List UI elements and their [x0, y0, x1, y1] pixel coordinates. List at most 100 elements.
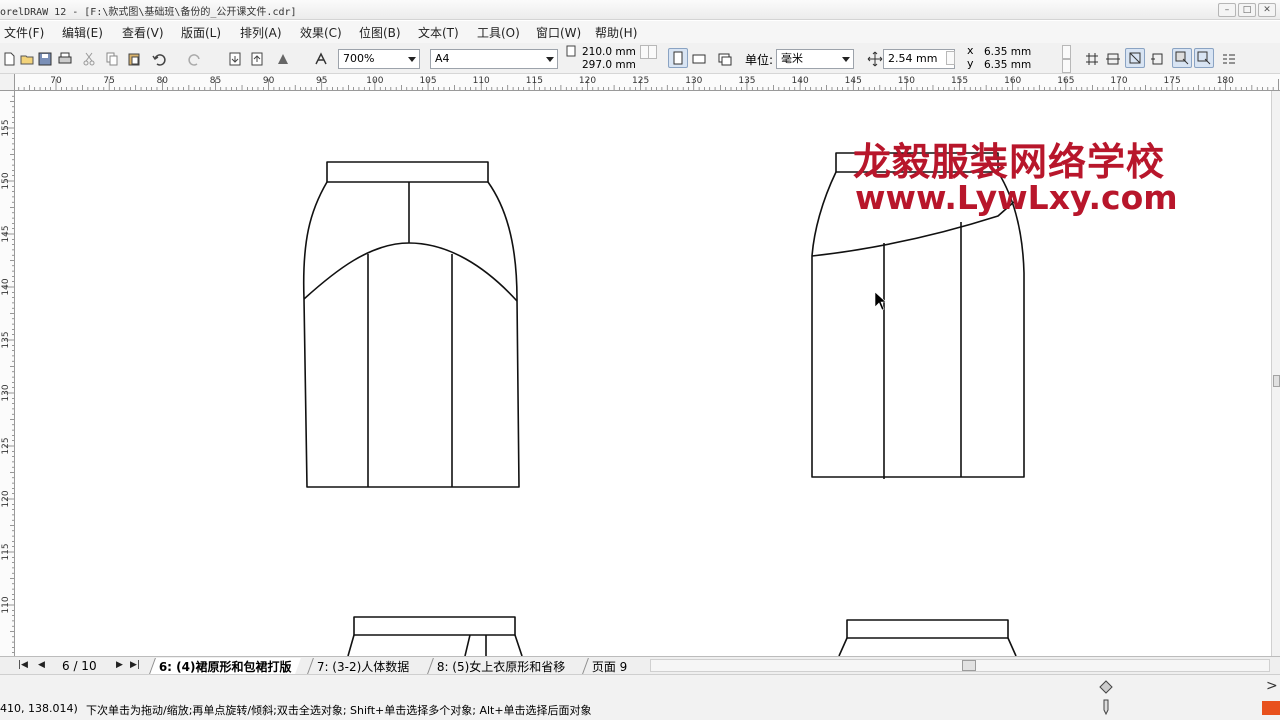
vertical-ruler-label: 135: [1, 331, 11, 348]
horizontal-ruler-label: 90: [263, 76, 275, 86]
horizontal-ruler-label: 100: [366, 76, 383, 86]
save-icon[interactable]: [36, 50, 54, 68]
lower-right-pattern[interactable]: [838, 619, 1017, 656]
menu-window[interactable]: 窗口(W): [536, 24, 581, 41]
unit-label: 单位:: [745, 53, 774, 67]
grid-icon[interactable]: [1083, 50, 1101, 68]
vertical-ruler-label: 155: [1, 119, 11, 136]
import-icon[interactable]: [226, 50, 244, 68]
guidelines-icon[interactable]: [1104, 50, 1122, 68]
chevron-down-icon: [546, 57, 554, 62]
unit-dropdown[interactable]: 毫米: [776, 49, 854, 69]
application-launcher-icon[interactable]: [274, 50, 292, 68]
undo-icon[interactable]: [150, 50, 168, 68]
landscape-icon[interactable]: [690, 50, 708, 68]
all-pages-icon[interactable]: [716, 50, 734, 68]
window-title: orelDRAW 12 - [F:\款式图\基础班\备份的_公开课文件.cdr]: [0, 7, 297, 18]
left-skirt-pattern[interactable]: [302, 161, 520, 488]
left-skirt-outline[interactable]: [302, 181, 520, 488]
copy-icon[interactable]: [103, 50, 121, 68]
duplicate-y-field[interactable]: 6.35 mm: [984, 59, 1031, 71]
status-hint: 下次单击为拖动/缩放;再单点旋转/倾斜;双击全选对象; Shift+单击选择多个…: [86, 704, 592, 717]
menu-file[interactable]: 文件(F): [4, 24, 44, 41]
menu-tools[interactable]: 工具(O): [477, 24, 520, 41]
fill-bucket-icon[interactable]: [1096, 678, 1116, 696]
page-height-spinner[interactable]: [648, 45, 657, 59]
drawing-canvas[interactable]: 龙毅服装网络学校 www.LywLxy.com: [15, 91, 1271, 656]
page-tab-7[interactable]: 7: (3-2)人体数据: [307, 658, 419, 674]
dynamic-guides-icon[interactable]: [1148, 50, 1166, 68]
page-height-field[interactable]: 297.0 mm: [582, 59, 636, 71]
paper-size-dropdown[interactable]: A4: [430, 49, 558, 69]
redo-icon[interactable]: [186, 50, 204, 68]
horizontal-ruler-label: 170: [1110, 76, 1127, 86]
open-icon[interactable]: [18, 50, 36, 68]
page-tab-9[interactable]: 页面 9: [582, 658, 637, 674]
welcome-icon[interactable]: [312, 50, 330, 68]
duplicate-y-label: y: [967, 57, 974, 70]
export-icon[interactable]: [248, 50, 266, 68]
cut-icon[interactable]: [80, 50, 98, 68]
treat-as-filled-icon[interactable]: [1172, 48, 1192, 68]
menu-bitmaps[interactable]: 位图(B): [359, 24, 401, 41]
duplicate-x-spinner[interactable]: [1062, 45, 1071, 59]
left-skirt-waistband[interactable]: [326, 161, 489, 183]
expand-arrow-icon[interactable]: >: [1266, 678, 1278, 694]
minimize-button[interactable]: –: [1218, 3, 1236, 17]
vertical-ruler[interactable]: 155 150 145 140 135 130 125 120 115 110: [0, 91, 15, 656]
nudge-icon: [866, 50, 884, 68]
page-tab-6[interactable]: 6: (4)裙原形和包裙打版: [149, 658, 301, 674]
menu-help[interactable]: 帮助(H): [595, 24, 637, 41]
paper-size-value: A4: [435, 52, 450, 65]
left-skirt-yoke-curve[interactable]: [303, 242, 518, 302]
title-bar: orelDRAW 12 - [F:\款式图\基础班\备份的_公开课文件.cdr]…: [0, 0, 1280, 20]
cursor-coordinates: 410, 138.014): [0, 702, 78, 715]
horizontal-ruler[interactable]: 70 75 80 85 90 95 100 105 110 115 120 125 130 135 140 1…: [15, 74, 1280, 91]
menu-edit[interactable]: 编辑(E): [62, 24, 103, 41]
horizontal-scrollbar[interactable]: [650, 659, 1270, 672]
horizontal-ruler-label: 125: [632, 76, 649, 86]
outline-pen-icon[interactable]: [1096, 698, 1116, 716]
vertical-scroll-thumb[interactable]: [1273, 375, 1280, 387]
duplicate-x-field[interactable]: 6.35 mm: [984, 46, 1031, 58]
zoom-dropdown[interactable]: 700%: [338, 49, 420, 69]
lower-left-pattern[interactable]: [347, 616, 523, 656]
watermark-url: www.LywLxy.com: [855, 178, 1178, 217]
next-page-icon[interactable]: ▶: [116, 660, 123, 670]
portrait-icon[interactable]: [668, 48, 688, 68]
draw-bounding-icon[interactable]: [1194, 48, 1214, 68]
chevron-down-icon: [408, 57, 416, 62]
nudge-spinner[interactable]: [946, 51, 955, 65]
last-page-icon[interactable]: ▶|: [130, 660, 140, 670]
horizontal-scroll-thumb[interactable]: [962, 660, 976, 671]
vertical-scrollbar[interactable]: [1271, 91, 1280, 656]
vertical-ruler-label: 150: [1, 172, 11, 189]
menu-view[interactable]: 查看(V): [122, 24, 164, 41]
menu-arrange[interactable]: 排列(A): [240, 24, 282, 41]
maximize-button[interactable]: □: [1238, 3, 1256, 17]
horizontal-ruler-label: 115: [526, 76, 543, 86]
page-tab-8[interactable]: 8: (5)女上衣原形和省移: [427, 658, 575, 674]
new-icon[interactable]: [0, 50, 18, 68]
menu-text[interactable]: 文本(T): [418, 24, 459, 41]
options-icon[interactable]: [1220, 50, 1238, 68]
vertical-ruler-label: 125: [1, 437, 11, 454]
vertical-ruler-label: 110: [1, 596, 11, 613]
first-page-icon[interactable]: |◀: [18, 660, 28, 670]
duplicate-y-spinner[interactable]: [1062, 59, 1071, 73]
horizontal-ruler-label: 175: [1164, 76, 1181, 86]
menu-layout[interactable]: 版面(L): [181, 24, 221, 41]
horizontal-ruler-label: 130: [685, 76, 702, 86]
paste-icon[interactable]: [125, 50, 143, 68]
horizontal-ruler-label: 95: [316, 76, 327, 86]
page-width-icon: [565, 45, 577, 57]
prev-page-icon[interactable]: ◀: [38, 660, 45, 670]
snap-objects-icon[interactable]: [1125, 48, 1145, 68]
ruler-origin[interactable]: [0, 74, 15, 91]
menu-effects[interactable]: 效果(C): [300, 24, 342, 41]
close-button[interactable]: ✕: [1258, 3, 1276, 17]
page-navigator: |◀ ◀ 6 / 10 ▶ ▶| 6: (4)裙原形和包裙打版 7: (3-2)…: [0, 656, 1280, 674]
nudge-field[interactable]: 2.54 mm: [883, 49, 955, 69]
print-icon[interactable]: [56, 50, 74, 68]
page-width-field[interactable]: 210.0 mm: [582, 46, 636, 58]
